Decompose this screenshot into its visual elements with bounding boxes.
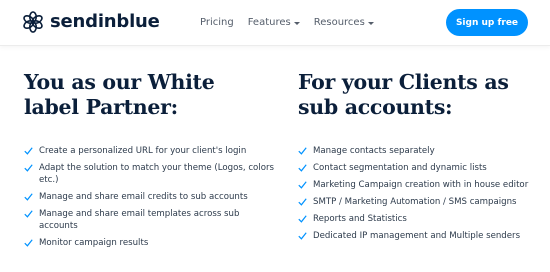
- client-sub-accounts-section: For your Clients as sub accounts: Manage…: [298, 70, 550, 241]
- checkmark-icon: [24, 239, 33, 247]
- nav-item-features[interactable]: Features: [248, 16, 300, 30]
- list-item: Manage and share email credits to sub ac…: [24, 191, 279, 203]
- section-heading: For your Clients as sub accounts:: [298, 70, 550, 120]
- caret-down-icon: [367, 21, 374, 25]
- site-header: sendinblue Pricing Features Resources Si…: [0, 0, 550, 46]
- nav-item-pricing[interactable]: Pricing: [200, 16, 234, 30]
- logo-wordmark: sendinblue: [50, 11, 160, 32]
- list-item-text: Reports and Statistics: [313, 214, 407, 224]
- nav-item-label: Features: [247, 17, 291, 28]
- list-item-text: SMTP / Marketing Automation / SMS campai…: [313, 197, 517, 207]
- list-item-text: Manage contacts separately: [313, 146, 435, 156]
- nav-item-label: Resources: [313, 17, 365, 28]
- feature-list: Create a personalized URL for your clien…: [24, 145, 279, 254]
- list-item-text: Contact segmentation and dynamic lists: [313, 163, 487, 173]
- list-item: SMTP / Marketing Automation / SMS campai…: [298, 196, 550, 208]
- heading-line: For your Clients as: [298, 70, 509, 94]
- checkmark-icon: [298, 232, 307, 240]
- list-item-text: Adapt the solution to match your theme (…: [39, 163, 274, 185]
- checkmark-icon: [298, 147, 307, 155]
- heading-line: You as our White: [24, 70, 215, 94]
- list-item: Contact segmentation and dynamic lists: [298, 162, 550, 174]
- list-item: Marketing Campaign creation with in hous…: [298, 179, 550, 191]
- list-item-text: Manage and share email credits to sub ac…: [39, 192, 248, 202]
- nav-item-resources[interactable]: Resources: [314, 16, 374, 30]
- caret-down-icon: [293, 21, 300, 25]
- main-nav: Pricing Features Resources: [200, 16, 374, 30]
- checkmark-icon: [24, 147, 33, 155]
- nav-item-label: Pricing: [200, 17, 234, 28]
- list-item: Manage contacts separately: [298, 145, 550, 157]
- list-item-text: Marketing Campaign creation with in hous…: [313, 180, 529, 190]
- sign-up-button[interactable]: Sign up free: [446, 9, 528, 36]
- section-heading: You as our White label Partner:: [24, 70, 279, 120]
- list-item: Adapt the solution to match your theme (…: [24, 162, 279, 186]
- list-item: Monitor campaign results: [24, 237, 279, 249]
- list-item: Dedicated IP management and Multiple sen…: [298, 230, 550, 242]
- feature-list: Manage contacts separately Contact segme…: [298, 145, 550, 247]
- checkmark-icon: [298, 198, 307, 206]
- checkmark-icon: [24, 193, 33, 201]
- checkmark-icon: [298, 215, 307, 223]
- white-label-partner-section: You as our White label Partner: Create a…: [24, 70, 279, 248]
- checkmark-icon: [24, 210, 33, 218]
- sendinblue-logo-icon: [23, 11, 43, 33]
- list-item: Reports and Statistics: [298, 213, 550, 225]
- list-item-text: Create a personalized URL for your clien…: [39, 146, 247, 156]
- list-item: Create a personalized URL for your clien…: [24, 145, 279, 157]
- list-item: Manage and share email templates across …: [24, 208, 279, 232]
- list-item-text: Dedicated IP management and Multiple sen…: [313, 231, 521, 241]
- list-item-text: Monitor campaign results: [39, 238, 149, 248]
- list-item-text: Manage and share email templates across …: [39, 209, 240, 231]
- logo[interactable]: sendinblue: [22, 10, 160, 34]
- checkmark-icon: [298, 164, 307, 172]
- checkmark-icon: [24, 164, 33, 172]
- checkmark-icon: [298, 181, 307, 189]
- heading-line: label Partner:: [24, 95, 178, 119]
- heading-line: sub accounts:: [298, 95, 453, 119]
